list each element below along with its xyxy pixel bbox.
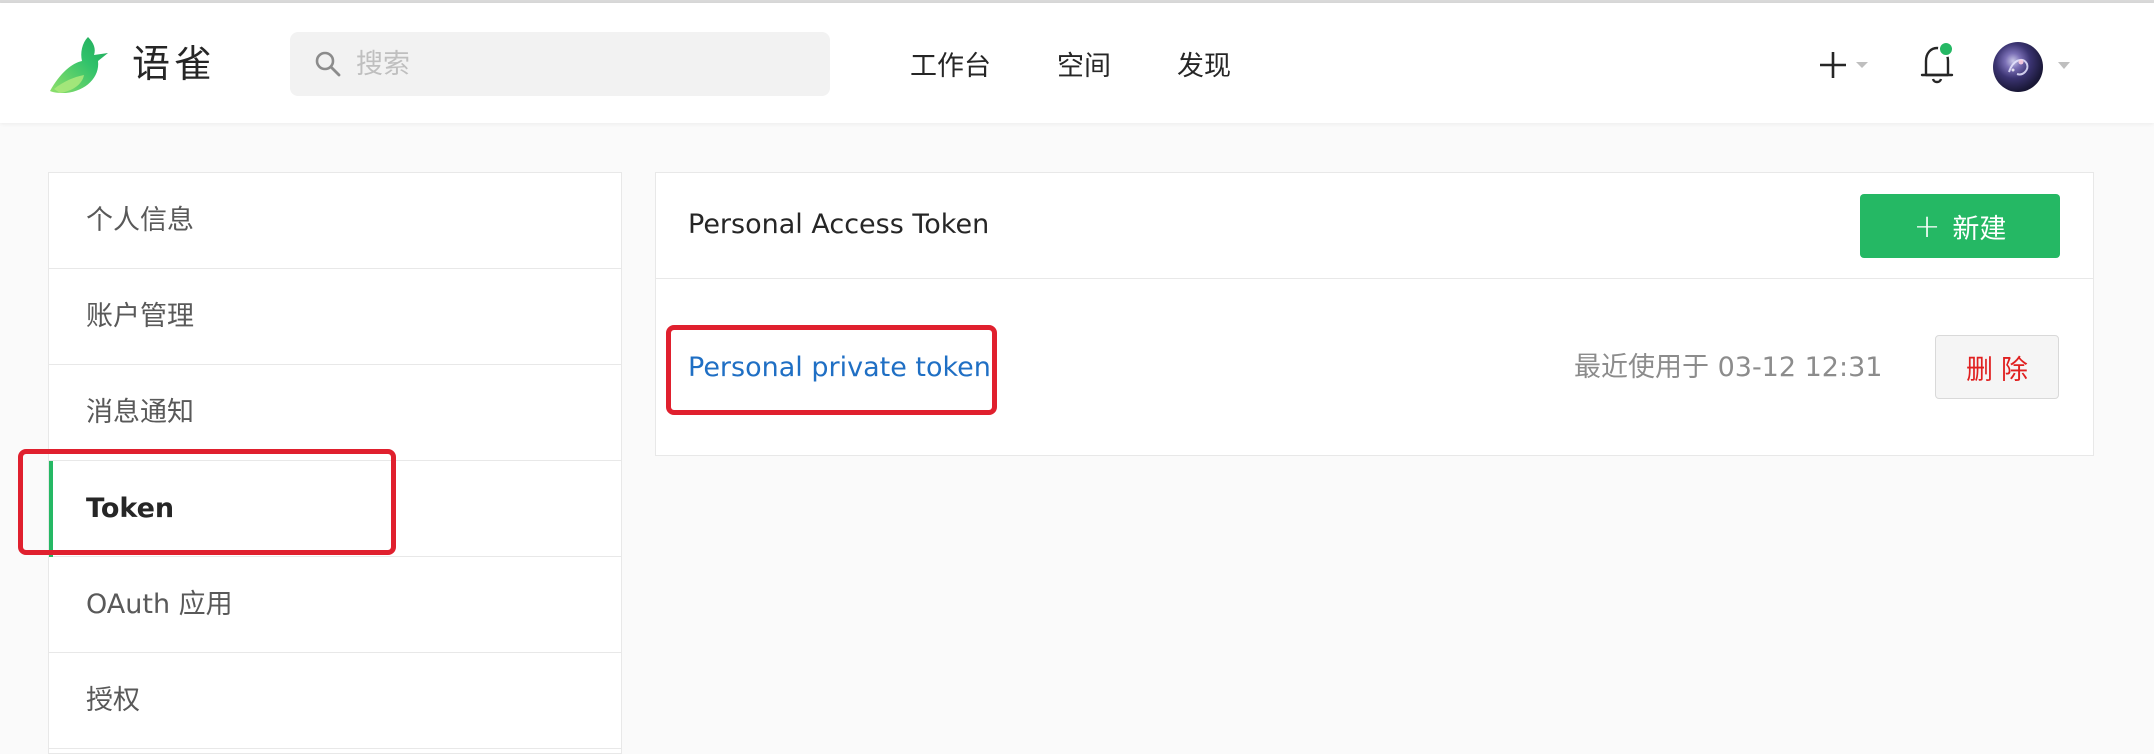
top-header: 语雀 工作台 空间 发现 — [0, 3, 2154, 123]
create-button[interactable] — [1816, 43, 1872, 87]
panel-header: Personal Access Token + 新建 — [656, 173, 2093, 279]
search-box[interactable] — [290, 32, 830, 96]
sidebar-item-label: OAuth 应用 — [86, 589, 233, 620]
user-menu[interactable] — [1993, 39, 2073, 93]
search-input[interactable] — [356, 40, 796, 88]
notification-button[interactable] — [1918, 39, 1958, 89]
sidebar-item-profile[interactable]: 个人信息 — [49, 173, 621, 269]
page-title: Personal Access Token — [688, 209, 990, 240]
sidebar-item-notifications[interactable]: 消息通知 — [49, 365, 621, 461]
chevron-down-icon — [2058, 62, 2070, 69]
sidebar-item-label: 账户管理 — [86, 301, 194, 332]
sidebar-item-label: 消息通知 — [86, 397, 194, 428]
avatar[interactable] — [1993, 42, 2043, 92]
new-token-label: 新建 — [1952, 213, 2007, 245]
search-icon — [315, 51, 341, 77]
plus-icon — [1820, 52, 1868, 78]
nav-spaces[interactable]: 空间 — [1057, 47, 1111, 87]
nav-workbench[interactable]: 工作台 — [910, 47, 991, 87]
sidebar-item-authorization[interactable]: 授权 — [49, 653, 621, 749]
yuque-logo-icon[interactable] — [46, 33, 112, 97]
sidebar-item-account[interactable]: 账户管理 — [49, 269, 621, 365]
sidebar-item-oauth[interactable]: OAuth 应用 — [49, 557, 621, 653]
avatar-image — [2008, 58, 2029, 76]
sidebar-item-label: 个人信息 — [86, 205, 194, 236]
bell-icon — [1920, 41, 1954, 84]
delete-token-button[interactable]: 删除 — [1935, 335, 2059, 399]
highlight-box-token-name — [666, 325, 997, 415]
plus-icon: + — [1913, 207, 1941, 245]
token-last-used: 最近使用于 03-12 12:31 — [1574, 352, 1883, 383]
nav-discover[interactable]: 发现 — [1177, 47, 1231, 87]
new-token-button[interactable]: + 新建 — [1860, 194, 2060, 258]
highlight-box-token-nav — [18, 449, 396, 555]
brand-name[interactable]: 语雀 — [132, 36, 216, 92]
sidebar-item-label: 授权 — [86, 685, 140, 716]
